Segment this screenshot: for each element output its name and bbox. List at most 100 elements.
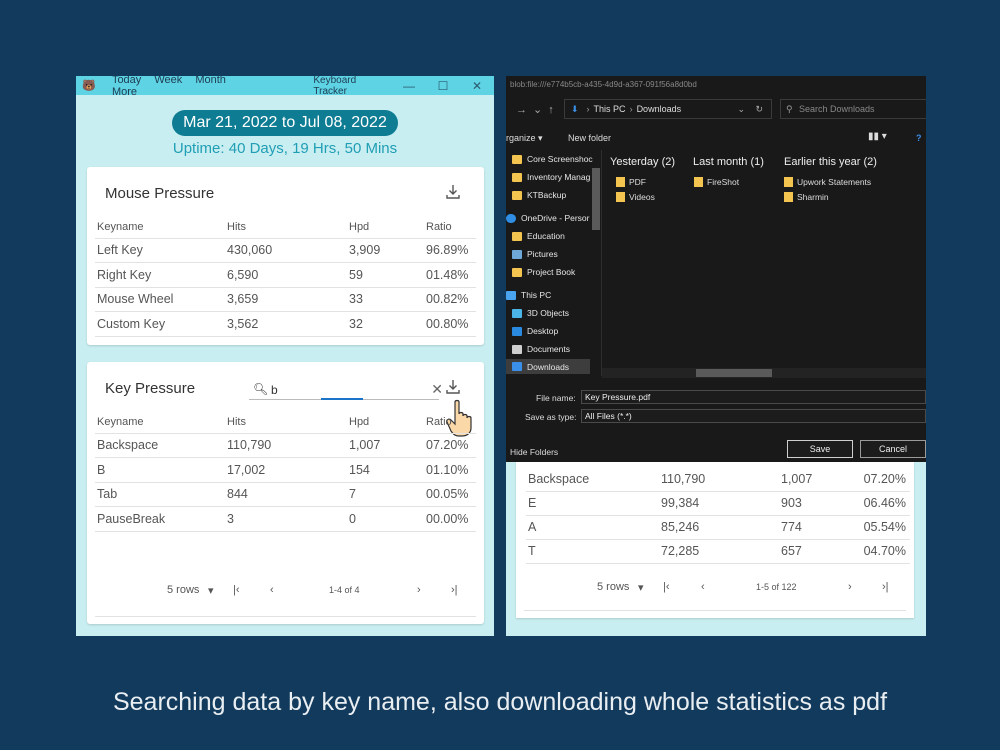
table-row: Custom Key 3,562 32 00.80% [95, 311, 476, 337]
key-pressure-card: Key Pressure 🔍︎ b ✕ Keyname Hits Hpd Rat… [87, 362, 484, 624]
download-icon[interactable] [444, 378, 462, 396]
chevron-down-icon[interactable]: ▾ [638, 581, 644, 594]
clear-icon[interactable]: ✕ [431, 381, 443, 398]
column-header[interactable]: Hpd [349, 216, 426, 239]
column-header[interactable]: Keyname [95, 411, 227, 434]
cell-hpd: 32 [349, 311, 426, 337]
cell-ratio: 01.10% [426, 457, 476, 483]
list-item[interactable]: PDF [616, 177, 646, 187]
column-header[interactable]: Hits [227, 216, 349, 239]
list-item[interactable]: Videos [616, 192, 655, 202]
close-button[interactable]: ✕ [460, 79, 494, 93]
save-type-select[interactable]: All Files (*.*) [581, 409, 926, 423]
hide-folders-button[interactable]: Hide Folders [510, 447, 558, 457]
first-page-icon[interactable]: |‹ [663, 581, 670, 593]
list-item[interactable]: Upwork Statements [784, 177, 871, 187]
cell-keyname: Tab [95, 482, 227, 507]
path-downloads[interactable]: Downloads [637, 104, 682, 114]
nav-item[interactable]: Project Book [512, 267, 575, 277]
group-header[interactable]: Last month (1) [693, 156, 764, 168]
path-this-pc[interactable]: This PC [594, 104, 626, 114]
save-button[interactable]: Save [787, 440, 853, 458]
last-page-icon[interactable]: ›| [451, 584, 458, 596]
search-icon: ⚲ [786, 104, 793, 114]
cell-ratio: 00.82% [426, 287, 476, 312]
cell-keyname: Right Key [95, 262, 227, 288]
nav-item[interactable]: Documents [512, 344, 570, 354]
prev-page-icon[interactable]: ‹ [701, 581, 705, 593]
rows-per-page-select[interactable]: 5 rows [167, 584, 199, 596]
vertical-scrollbar[interactable] [592, 168, 600, 230]
nav-item[interactable]: This PC [506, 290, 551, 300]
mouse-pressure-card: Mouse Pressure Keyname Hits Hpd Ratio Le… [87, 167, 484, 345]
cell-hpd: 59 [349, 262, 426, 288]
cell-keyname: Backspace [95, 433, 227, 458]
list-item[interactable]: FireShot [694, 177, 739, 187]
nav-item[interactable]: KTBackup [512, 190, 566, 200]
cell-ratio: 07.20% [426, 433, 476, 458]
nav-item-selected[interactable]: Downloads [506, 359, 590, 374]
nav-arrows-icon[interactable]: →⌄↑ [516, 103, 560, 116]
menu-today[interactable]: Today [112, 76, 141, 86]
download-arrow-icon: ⬇ [571, 103, 579, 114]
folder-icon [512, 172, 522, 182]
view-options-icon[interactable]: ▮▮ ▾ [868, 131, 887, 142]
pc-icon [506, 290, 516, 300]
rows-per-page-select[interactable]: 5 rows [597, 581, 629, 593]
search-input[interactable]: b [271, 383, 278, 397]
next-page-icon[interactable]: › [848, 581, 852, 593]
horizontal-scrollbar[interactable] [602, 368, 926, 378]
maximize-button[interactable]: ☐ [426, 79, 460, 93]
nav-item[interactable]: Pictures [512, 249, 558, 259]
cell-hpd: 33 [349, 287, 426, 312]
help-icon[interactable]: ? [916, 133, 922, 143]
cell-keyname: A [526, 515, 661, 540]
menu-week[interactable]: Week [154, 76, 182, 86]
prev-page-icon[interactable]: ‹ [270, 584, 274, 596]
scrollbar-thumb[interactable] [696, 369, 772, 377]
cancel-button[interactable]: Cancel [860, 440, 926, 458]
window-title: Keyboard Tracker [313, 76, 357, 97]
download-icon[interactable] [444, 183, 462, 201]
nav-item[interactable]: Education [512, 231, 565, 241]
menu-more[interactable]: More [112, 86, 137, 98]
nav-item[interactable]: Inventory Manag [512, 172, 590, 182]
address-bar[interactable]: ⬇ › This PC › Downloads ⌄ ↻ [564, 99, 772, 119]
search-icon: 🔍︎ [253, 382, 269, 396]
list-item[interactable]: Sharmin [784, 192, 829, 202]
onedrive-icon [506, 213, 516, 223]
nav-item[interactable]: 3D Objects [512, 308, 569, 318]
first-page-icon[interactable]: |‹ [233, 584, 240, 596]
caption: Searching data by key name, also downloa… [112, 688, 888, 716]
chevron-down-icon[interactable]: ⌄ [737, 104, 745, 115]
next-page-icon[interactable]: › [417, 584, 421, 596]
group-header[interactable]: Yesterday (2) [610, 156, 675, 168]
group-header[interactable]: Earlier this year (2) [784, 156, 877, 168]
search-focus-underline [321, 398, 363, 400]
file-name-input[interactable]: Key Pressure.pdf [581, 390, 926, 404]
column-header[interactable]: Keyname [95, 216, 227, 239]
column-header[interactable]: Ratio [426, 216, 476, 239]
cell-ratio: 00.80% [426, 311, 476, 337]
search-field[interactable]: 🔍︎ b ✕ [249, 380, 443, 400]
table-row: T 72,285 657 04.70% [526, 539, 910, 564]
minimize-button[interactable]: — [392, 79, 426, 93]
folder-icon [694, 177, 703, 187]
last-page-icon[interactable]: ›| [882, 581, 889, 593]
nav-item[interactable]: OneDrive - Persor [506, 213, 590, 223]
cell-ratio: 96.89% [426, 238, 476, 263]
chevron-down-icon[interactable]: ▾ [208, 584, 214, 597]
search-downloads-field[interactable]: ⚲ Search Downloads [780, 99, 926, 119]
refresh-icon[interactable]: ↻ [755, 104, 763, 115]
cell-keyname: Custom Key [95, 311, 227, 337]
column-header[interactable]: Hits [227, 411, 349, 434]
organize-button[interactable]: rganize ▾ [506, 133, 543, 144]
column-header[interactable]: Ratio [426, 411, 476, 434]
nav-item[interactable]: Core Screenshoc [512, 154, 593, 164]
date-range-pill[interactable]: Mar 21, 2022 to Jul 08, 2022 [172, 110, 398, 136]
card-title: Key Pressure [105, 380, 196, 397]
nav-item[interactable]: Desktop [512, 326, 558, 336]
new-folder-button[interactable]: New folder [568, 133, 611, 143]
menu-month[interactable]: Month [195, 76, 226, 86]
column-header[interactable]: Hpd [349, 411, 426, 434]
